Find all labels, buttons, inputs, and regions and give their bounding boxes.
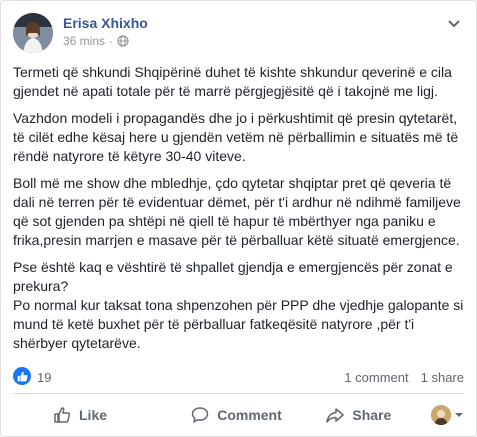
author-avatar[interactable] <box>13 13 53 53</box>
comment-count[interactable]: 1 comment <box>344 370 408 385</box>
like-reaction-icon[interactable] <box>13 367 31 385</box>
post-card: Erisa Xhixho 36 mins · Termeti që shkund… <box>0 0 477 437</box>
action-bar: Like Comment Share <box>13 398 464 432</box>
viewer-avatar <box>430 405 451 425</box>
post-paragraph: Termeti që shkundi Shqipërinë duhet të k… <box>13 64 452 99</box>
share-label: Share <box>352 407 392 423</box>
author-name[interactable]: Erisa Xhixho <box>63 15 148 31</box>
share-button[interactable]: Share <box>298 399 420 431</box>
chevron-down-icon <box>454 413 463 417</box>
post-text: Termeti që shkundi Shqipërinë duhet të k… <box>13 63 464 361</box>
post-as-selector[interactable] <box>420 405 464 425</box>
globe-icon[interactable] <box>117 35 129 47</box>
share-arrow-icon <box>326 408 345 423</box>
engagement-counts: 1 comment 1 share <box>344 370 464 385</box>
speech-bubble-icon <box>191 407 209 423</box>
post-paragraph: Po normal kur taksat tona shpenzohen për… <box>13 297 464 351</box>
post-meta: 36 mins · <box>63 34 129 48</box>
reaction-count[interactable]: 19 <box>37 370 51 385</box>
like-button[interactable]: Like <box>13 399 175 431</box>
post-paragraph: Vazhdon modeli i propagandës dhe jo i pë… <box>13 110 459 164</box>
share-count[interactable]: 1 share <box>421 370 464 385</box>
post-paragraph: Pse është kaq e vështirë të shpallet gje… <box>13 259 453 294</box>
thumbs-up-icon <box>54 407 71 423</box>
comment-button[interactable]: Comment <box>175 399 297 431</box>
post-paragraph: Boll më me show dhe mbledhje, çdo qyteta… <box>13 175 461 248</box>
chevron-down-icon[interactable] <box>444 17 464 31</box>
reactions-bar: 19 1 comment 1 share <box>13 363 464 389</box>
comment-label: Comment <box>217 407 282 423</box>
divider <box>13 393 464 394</box>
like-label: Like <box>79 407 108 423</box>
post-time[interactable]: 36 mins <box>63 34 105 48</box>
meta-separator: · <box>109 34 114 48</box>
post-header: Erisa Xhixho 36 mins · <box>13 13 464 57</box>
